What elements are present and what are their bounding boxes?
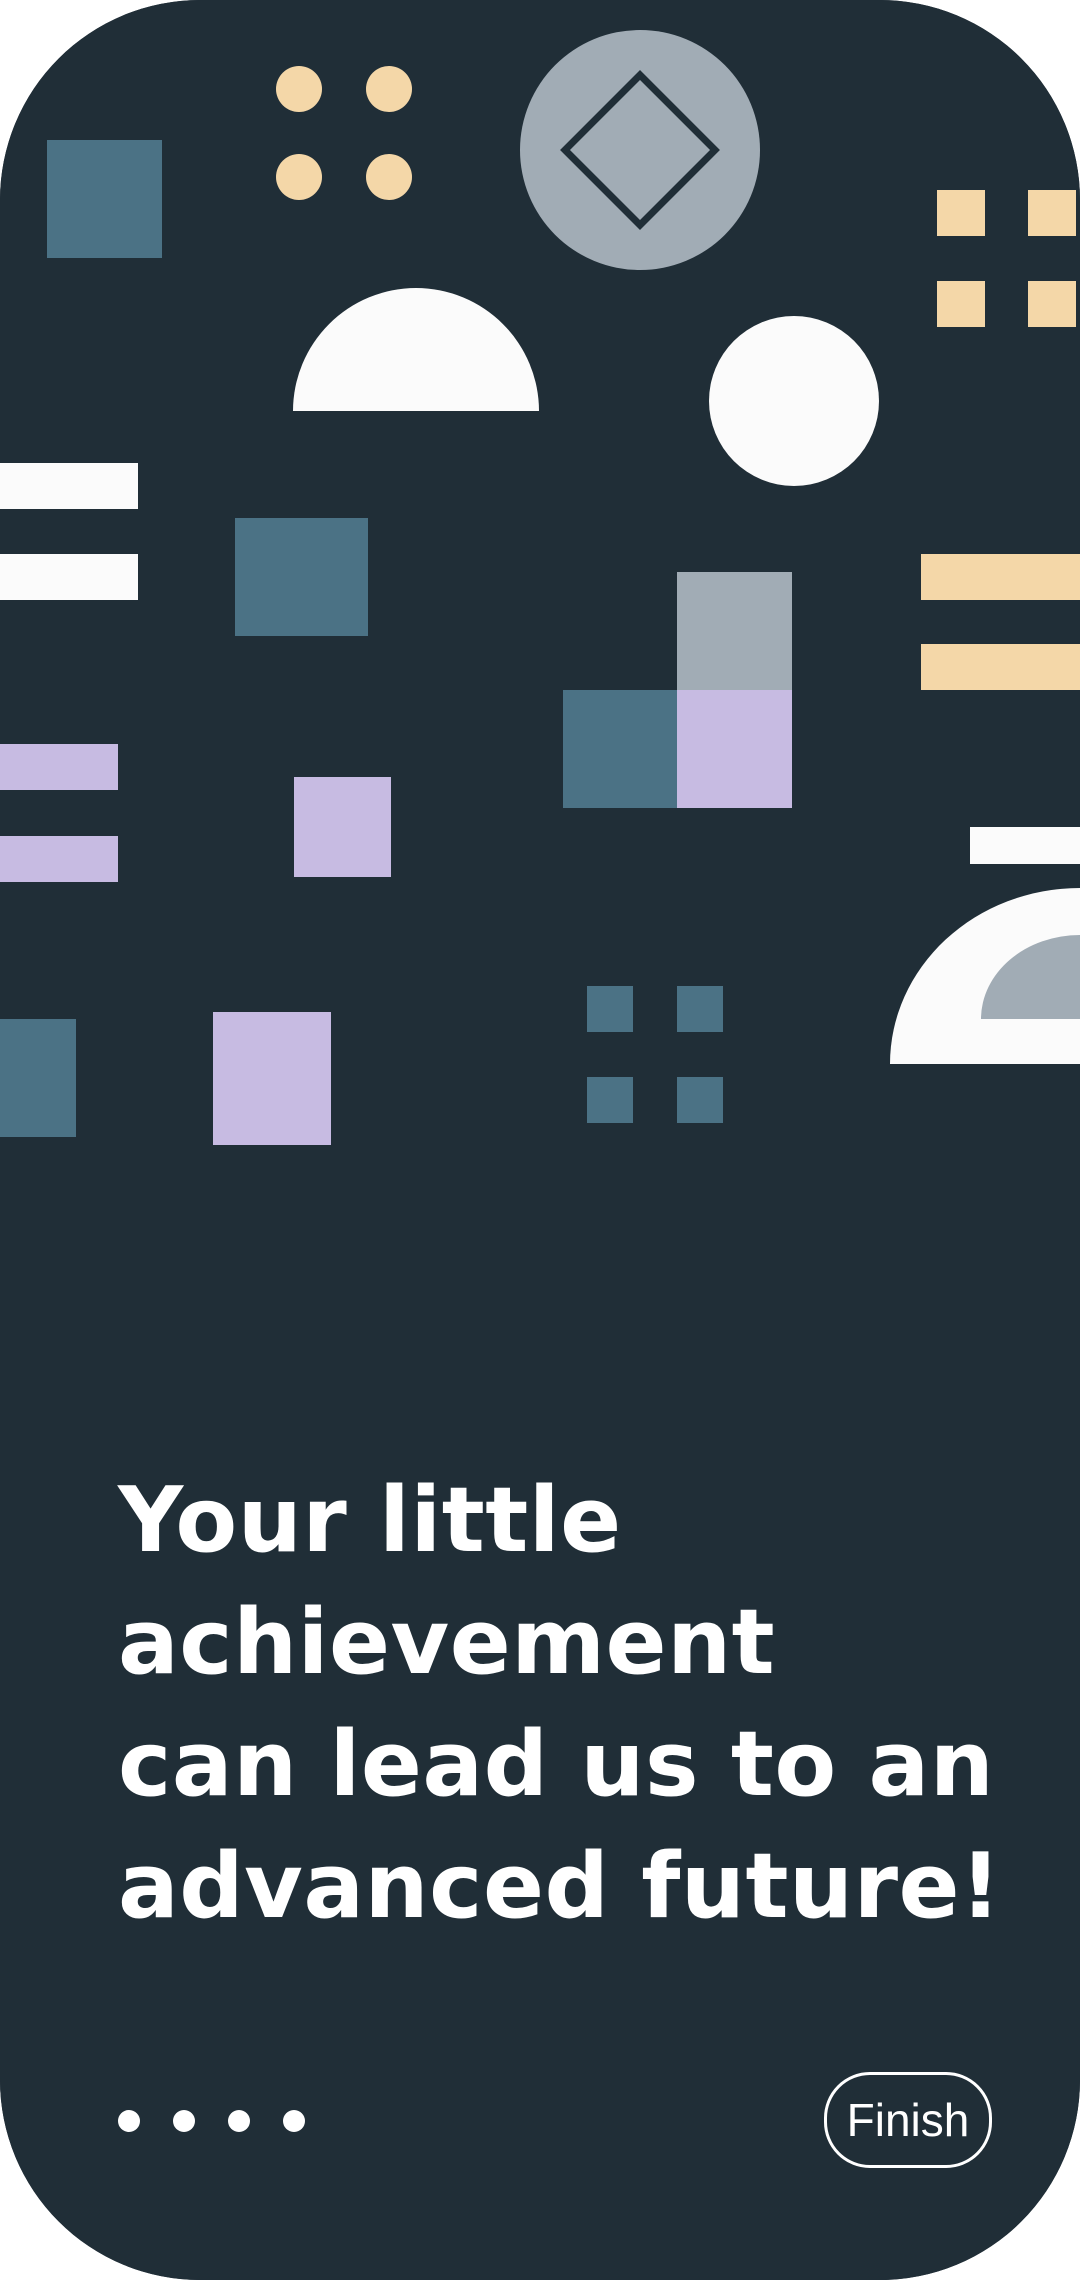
headline-line-4: advanced future! bbox=[118, 1834, 1002, 1939]
page-indicator-dot[interactable] bbox=[173, 2110, 195, 2132]
slate-square-middle-icon bbox=[235, 518, 368, 636]
white-circle-icon bbox=[709, 316, 879, 486]
onboarding-headline: Your little achievement can lead us to a… bbox=[118, 1460, 1018, 1948]
circle-diamond-icon bbox=[520, 30, 760, 270]
page-indicator-dot[interactable] bbox=[118, 2110, 140, 2132]
headline-line-3: can lead us to an bbox=[118, 1712, 995, 1817]
page-indicator-dot[interactable] bbox=[228, 2110, 250, 2132]
slate-square-left-edge-icon bbox=[0, 1019, 76, 1137]
white-bar-right-icon bbox=[970, 827, 1080, 864]
page-indicator bbox=[118, 2110, 305, 2132]
slate-square-top-left-icon bbox=[47, 140, 162, 258]
lavender-square-lower-icon bbox=[213, 1012, 331, 1145]
finish-button[interactable]: Finish bbox=[824, 2072, 992, 2168]
page-indicator-dot[interactable] bbox=[283, 2110, 305, 2132]
lavender-square-icon bbox=[294, 777, 391, 877]
headline-line-1: Your little bbox=[118, 1468, 622, 1573]
onboarding-screen: Your little achievement can lead us to a… bbox=[0, 0, 1080, 2280]
headline-line-2: achievement bbox=[118, 1590, 776, 1695]
